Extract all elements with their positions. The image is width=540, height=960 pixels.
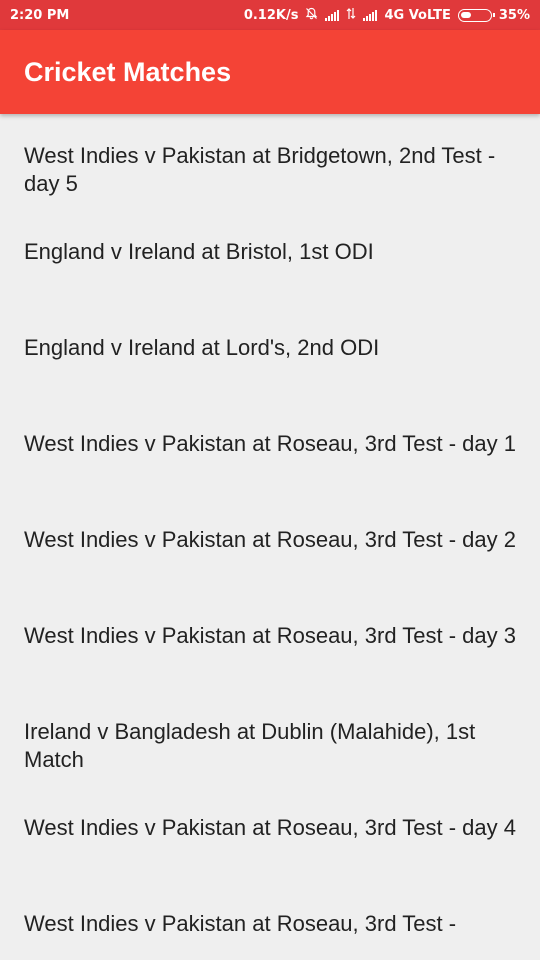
list-item[interactable]: Ireland v Bangladesh at Dublin (Malahide… <box>0 690 540 786</box>
list-item[interactable]: England v Ireland at Bristol, 1st ODI <box>0 210 540 306</box>
list-item[interactable]: West Indies v Pakistan at Bridgetown, 2n… <box>0 114 540 210</box>
list-item[interactable]: England v Ireland at Lord's, 2nd ODI <box>0 306 540 402</box>
data-arrows-icon <box>346 7 356 24</box>
match-list[interactable]: West Indies v Pakistan at Bridgetown, 2n… <box>0 114 540 960</box>
network-speed: 0.12K/s <box>243 7 299 23</box>
status-indicators: 0.12K/s 4G VoLTE 35% <box>244 7 530 24</box>
list-item[interactable]: West Indies v Pakistan at Roseau, 3rd Te… <box>0 594 540 690</box>
page-title: Cricket Matches <box>24 56 232 87</box>
list-item[interactable]: West Indies v Pakistan at Roseau, 3rd Te… <box>0 882 540 960</box>
list-item[interactable]: West Indies v Pakistan at Roseau, 3rd Te… <box>0 402 540 498</box>
network-type: 4G VoLTE <box>384 7 451 23</box>
status-bar: 2:20 PM 0.12K/s 4G VoLTE 35% <box>0 0 540 30</box>
list-item[interactable]: West Indies v Pakistan at Roseau, 3rd Te… <box>0 786 540 882</box>
signal-icon <box>363 9 378 21</box>
app-bar: Cricket Matches <box>0 30 540 114</box>
battery-icon <box>457 8 495 22</box>
battery-level: 35% <box>498 7 530 23</box>
status-time: 2:20 PM <box>10 7 70 23</box>
bell-off-icon <box>305 7 318 24</box>
signal-icon <box>325 9 340 21</box>
list-item[interactable]: West Indies v Pakistan at Roseau, 3rd Te… <box>0 498 540 594</box>
